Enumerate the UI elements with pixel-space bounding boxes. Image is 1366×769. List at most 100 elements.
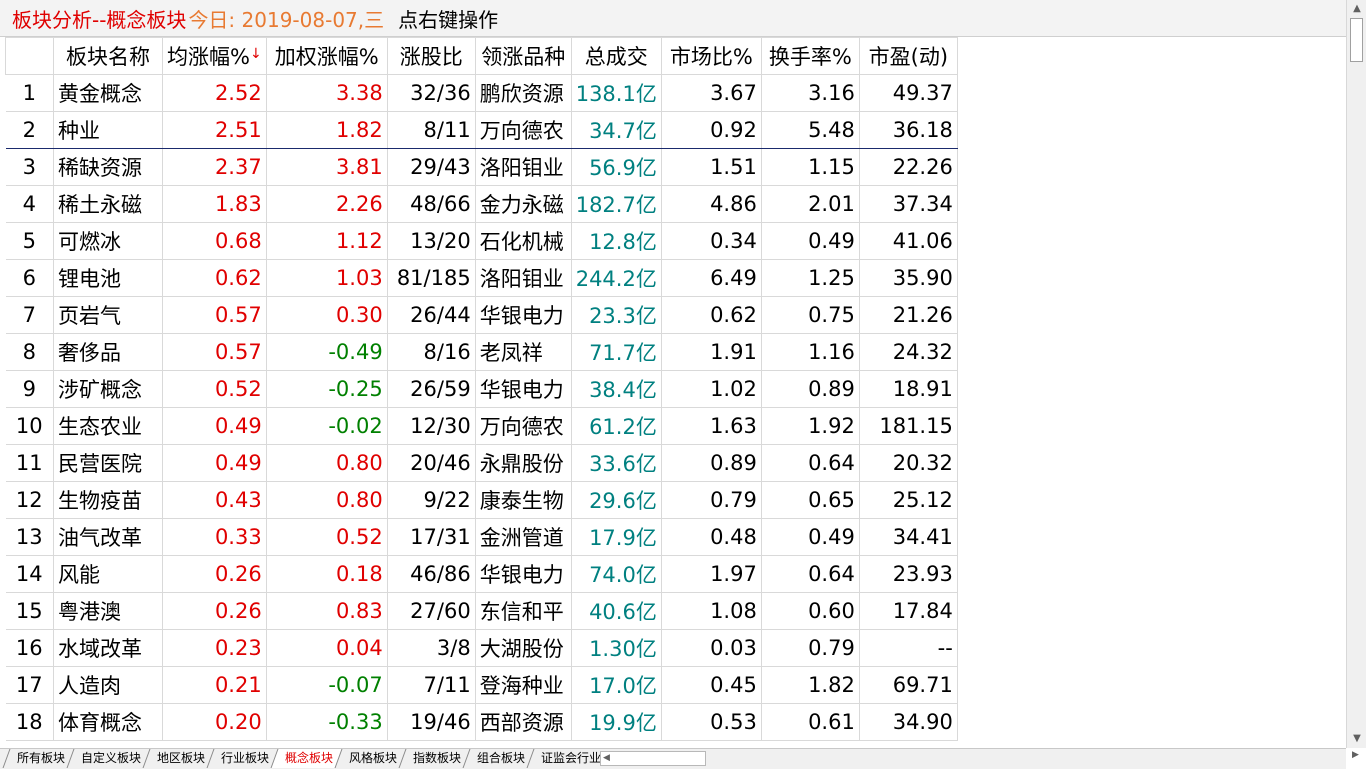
table-row[interactable]: 18 体育概念 0.20 -0.33 19/46 西部资源 19.9亿 0.53 0.61 34.… bbox=[5, 703, 958, 741]
vertical-scrollbar[interactable]: ▲ ▼ bbox=[1346, 0, 1366, 748]
header-avg-change[interactable]: 均涨幅%↓ bbox=[162, 37, 267, 75]
leading-stock: 洛阳钼业 bbox=[474, 148, 572, 186]
header-leading-stock[interactable]: 领涨品种 bbox=[474, 37, 572, 75]
scroll-down-icon[interactable]: ▼ bbox=[1347, 732, 1366, 746]
table-row[interactable]: 4 稀土永磁 1.83 2.26 48/66 金力永磁 182.7亿 4.86 2.01 37.3… bbox=[5, 185, 958, 223]
scroll-up-icon[interactable]: ▲ bbox=[1347, 2, 1366, 16]
tab-4[interactable]: 概念板块 bbox=[270, 749, 344, 768]
market-share: 0.45 bbox=[660, 666, 762, 704]
scroll-left-icon[interactable]: ◀ bbox=[603, 752, 610, 765]
table-row[interactable]: 6 锂电池 0.62 1.03 81/185 洛阳钼业 244.2亿 6.49 1.25 35.9… bbox=[5, 259, 958, 297]
turnover-rate: 1.92 bbox=[760, 407, 860, 445]
weighted-change: 0.80 bbox=[265, 481, 388, 519]
sector-name: 涉矿概念 bbox=[53, 370, 163, 408]
table-row[interactable]: 1 黄金概念 2.52 3.38 32/36 鹏欣资源 138.1亿 3.67 3.16 49.3… bbox=[5, 74, 958, 112]
table-row[interactable]: 2 种业 2.51 1.82 8/11 万向德农 34.7亿 0.92 5.48 36.18 bbox=[5, 111, 958, 149]
avg-change: 2.52 bbox=[162, 74, 267, 112]
turnover-rate: 0.79 bbox=[760, 629, 860, 667]
header-weighted-change[interactable]: 加权涨幅% bbox=[265, 37, 388, 75]
tab-0[interactable]: 所有板块 bbox=[2, 749, 76, 768]
row-index: 9 bbox=[5, 370, 54, 408]
table-row[interactable]: 15 粤港澳 0.26 0.83 27/60 东信和平 40.6亿 1.08 0.60 17.84 bbox=[5, 592, 958, 630]
sector-name: 生物疫苗 bbox=[53, 481, 163, 519]
tab-5[interactable]: 风格板块 bbox=[334, 749, 408, 768]
row-index: 6 bbox=[5, 259, 54, 297]
header-avg-label: 均涨幅% bbox=[167, 45, 250, 69]
total-amount: 17.0亿 bbox=[570, 666, 662, 704]
avg-change: 2.37 bbox=[162, 148, 267, 186]
turnover-rate: 1.15 bbox=[760, 148, 860, 186]
turnover-rate: 1.82 bbox=[760, 666, 860, 704]
sector-name: 人造肉 bbox=[53, 666, 163, 704]
tab-6[interactable]: 指数板块 bbox=[398, 749, 472, 768]
tab-8[interactable]: 证监会行业 bbox=[526, 749, 612, 768]
rise-ratio: 12/30 bbox=[386, 407, 476, 445]
row-index: 4 bbox=[5, 185, 54, 223]
weighted-change: 0.18 bbox=[265, 555, 388, 593]
avg-change: 0.43 bbox=[162, 481, 267, 519]
horizontal-scrollbar[interactable]: ◀ bbox=[600, 751, 706, 766]
table-row[interactable]: 17 人造肉 0.21 -0.07 7/11 登海种业 17.0亿 0.45 1.82 69.71 bbox=[5, 666, 958, 704]
table-row[interactable]: 3 稀缺资源 2.37 3.81 29/43 洛阳钼业 56.9亿 1.51 1.15 22.26 bbox=[5, 148, 958, 186]
sector-name: 稀缺资源 bbox=[53, 148, 163, 186]
tab-2[interactable]: 地区板块 bbox=[142, 749, 216, 768]
leading-stock: 东信和平 bbox=[474, 592, 572, 630]
leading-stock: 金洲管道 bbox=[474, 518, 572, 556]
table-row[interactable]: 14 风能 0.26 0.18 46/86 华银电力 74.0亿 1.97 0.64 23.93 bbox=[5, 555, 958, 593]
total-amount: 71.7亿 bbox=[570, 333, 662, 371]
leading-stock: 石化机械 bbox=[474, 222, 572, 260]
weighted-change: 2.26 bbox=[265, 185, 388, 223]
total-amount: 138.1亿 bbox=[570, 74, 662, 112]
header-pe[interactable]: 市盈(动) bbox=[858, 37, 958, 75]
table-row[interactable]: 12 生物疫苗 0.43 0.80 9/22 康泰生物 29.6亿 0.79 0.65 25.12 bbox=[5, 481, 958, 519]
rise-ratio: 8/11 bbox=[386, 111, 476, 149]
market-share: 0.79 bbox=[660, 481, 762, 519]
header-turnover[interactable]: 换手率% bbox=[760, 37, 860, 75]
tab-3[interactable]: 行业板块 bbox=[206, 749, 280, 768]
header-market-share[interactable]: 市场比% bbox=[660, 37, 762, 75]
scroll-thumb[interactable] bbox=[1350, 18, 1363, 62]
turnover-rate: 0.89 bbox=[760, 370, 860, 408]
row-index: 11 bbox=[5, 444, 54, 482]
pe-ratio: 69.71 bbox=[858, 666, 958, 704]
weighted-change: -0.07 bbox=[265, 666, 388, 704]
page-title: 板块分析--概念板块 bbox=[12, 7, 187, 32]
tab-label: 概念板块 bbox=[285, 751, 334, 765]
market-share: 4.86 bbox=[660, 185, 762, 223]
table-row[interactable]: 7 页岩气 0.57 0.30 26/44 华银电力 23.3亿 0.62 0.75 21.26 bbox=[5, 296, 958, 334]
table-row[interactable]: 8 奢侈品 0.57 -0.49 8/16 老凤祥 71.7亿 1.91 1.16 24.32 bbox=[5, 333, 958, 371]
total-amount: 244.2亿 bbox=[570, 259, 662, 297]
tab-1[interactable]: 自定义板块 bbox=[66, 749, 152, 768]
leading-stock: 鹏欣资源 bbox=[474, 74, 572, 112]
header-total-amount[interactable]: 总成交 bbox=[570, 37, 662, 75]
pe-ratio: 17.84 bbox=[858, 592, 958, 630]
total-amount: 34.7亿 bbox=[570, 111, 662, 149]
turnover-rate: 0.75 bbox=[760, 296, 860, 334]
leading-stock: 金力永磁 bbox=[474, 185, 572, 223]
rise-ratio: 46/86 bbox=[386, 555, 476, 593]
table-row[interactable]: 13 油气改革 0.33 0.52 17/31 金洲管道 17.9亿 0.48 0.49 34.4… bbox=[5, 518, 958, 556]
scroll-right-icon[interactable]: ▶ bbox=[1352, 750, 1359, 760]
turnover-rate: 5.48 bbox=[760, 111, 860, 149]
sector-name: 民营医院 bbox=[53, 444, 163, 482]
weighted-change: 0.52 bbox=[265, 518, 388, 556]
table-row[interactable]: 11 民营医院 0.49 0.80 20/46 永鼎股份 33.6亿 0.89 0.64 20.3… bbox=[5, 444, 958, 482]
table-row[interactable]: 9 涉矿概念 0.52 -0.25 26/59 华银电力 38.4亿 1.02 0.89 18.9… bbox=[5, 370, 958, 408]
tab-7[interactable]: 组合板块 bbox=[462, 749, 536, 768]
rise-ratio: 26/59 bbox=[386, 370, 476, 408]
tab-label: 地区板块 bbox=[157, 751, 206, 765]
table-row[interactable]: 5 可燃冰 0.68 1.12 13/20 石化机械 12.8亿 0.34 0.49 41.06 bbox=[5, 222, 958, 260]
header-name[interactable]: 板块名称 bbox=[53, 37, 163, 75]
total-amount: 74.0亿 bbox=[570, 555, 662, 593]
market-share: 1.97 bbox=[660, 555, 762, 593]
leading-stock: 康泰生物 bbox=[474, 481, 572, 519]
leading-stock: 登海种业 bbox=[474, 666, 572, 704]
leading-stock: 永鼎股份 bbox=[474, 444, 572, 482]
pe-ratio: 22.26 bbox=[858, 148, 958, 186]
turnover-rate: 0.61 bbox=[760, 703, 860, 741]
hscroll-thumb[interactable] bbox=[615, 753, 705, 764]
sector-name: 粤港澳 bbox=[53, 592, 163, 630]
header-rise-ratio[interactable]: 涨股比 bbox=[386, 37, 476, 75]
table-row[interactable]: 10 生态农业 0.49 -0.02 12/30 万向德农 61.2亿 1.63 1.92 181… bbox=[5, 407, 958, 445]
table-row[interactable]: 16 水域改革 0.23 0.04 3/8 大湖股份 1.30亿 0.03 0.79 -- bbox=[5, 629, 958, 667]
